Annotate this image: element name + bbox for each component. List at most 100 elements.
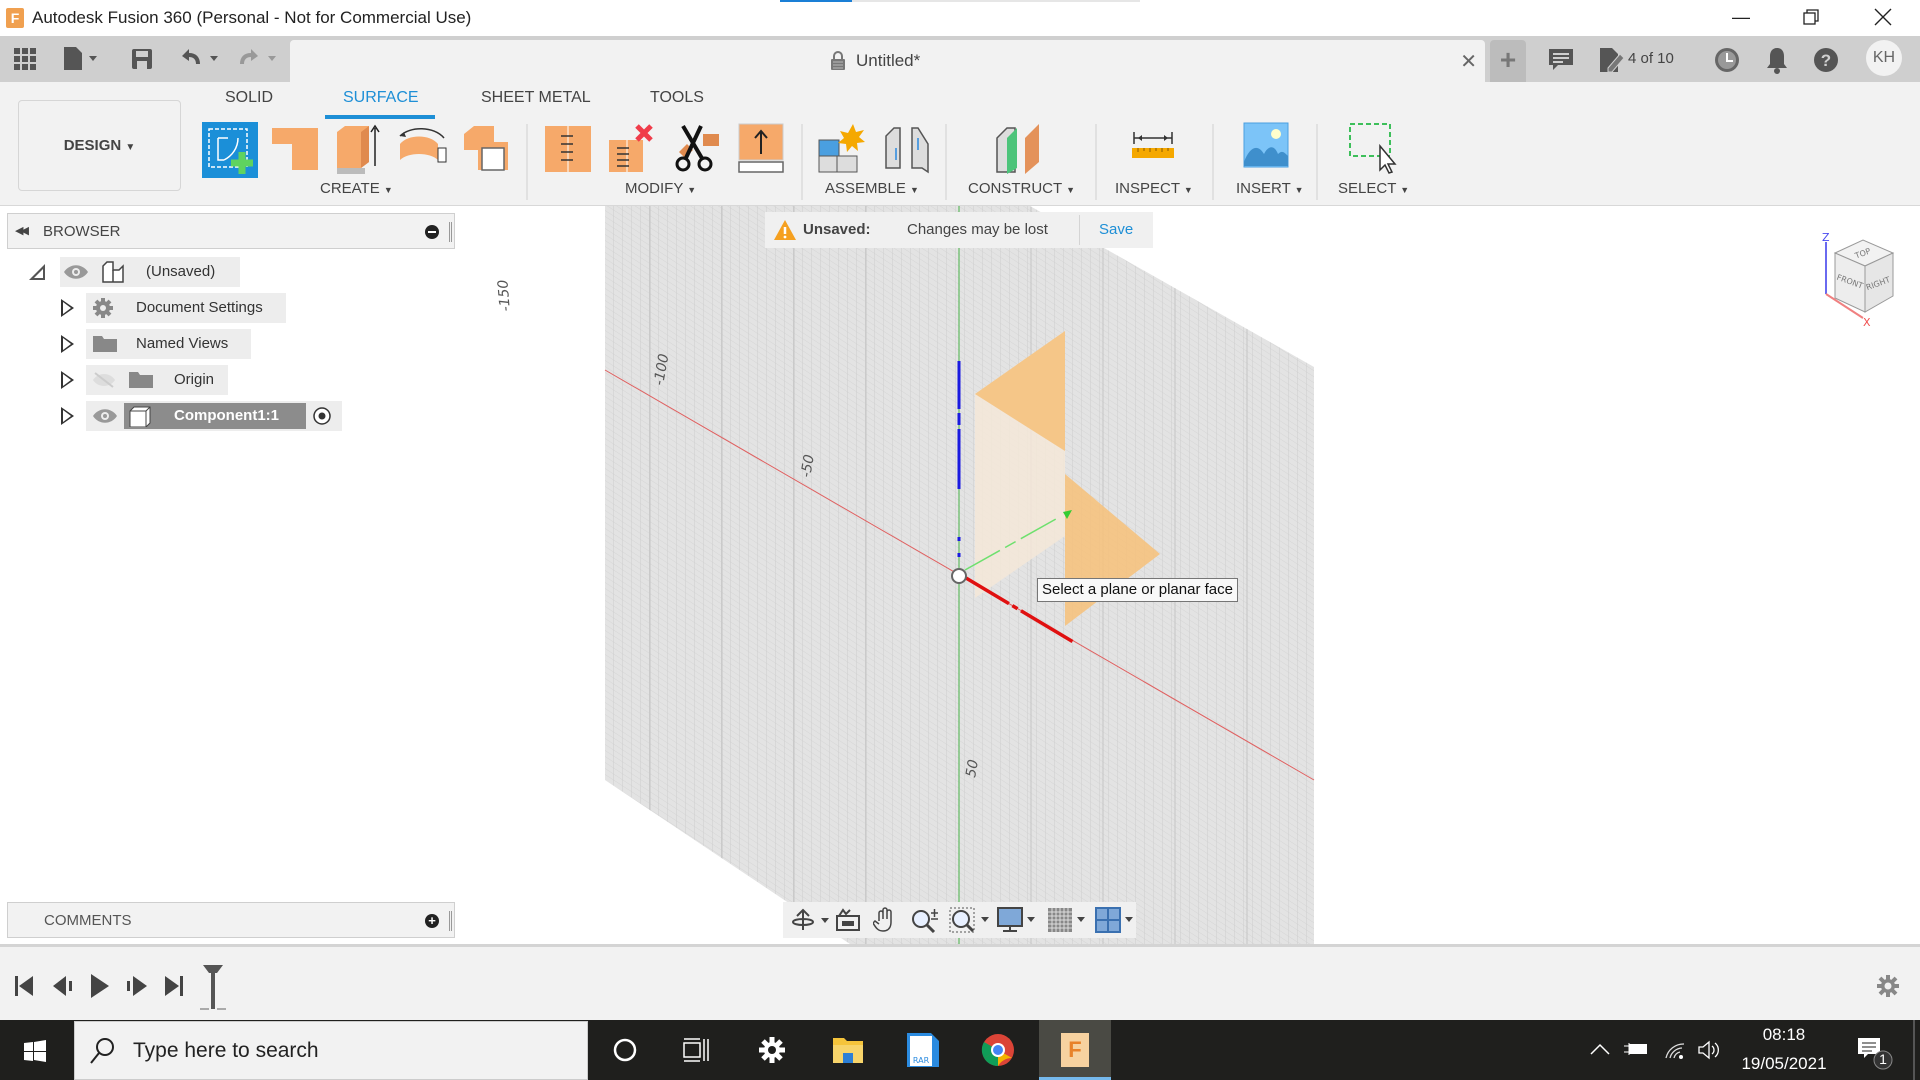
wifi-icon[interactable] <box>1664 1040 1686 1060</box>
tab-surface[interactable]: SURFACE <box>343 89 419 107</box>
viewports-icon[interactable] <box>1095 907 1135 933</box>
comments-icon[interactable] <box>1548 48 1574 72</box>
go-to-start-icon[interactable] <box>14 975 34 997</box>
assemble-group-menu[interactable]: ASSEMBLE ▼ <box>825 180 919 197</box>
tab-sheet-metal[interactable]: SHEET METAL <box>481 89 591 107</box>
taskbar-cortana[interactable] <box>590 1020 660 1080</box>
workspace-switcher[interactable]: DESIGN ▼ <box>18 100 181 191</box>
taskbar-chrome[interactable] <box>963 1020 1033 1080</box>
hidden-eye-icon[interactable] <box>92 372 116 388</box>
restore-button[interactable] <box>1776 0 1846 36</box>
orbit-icon[interactable] <box>791 908 829 932</box>
revolve-button[interactable] <box>396 122 448 174</box>
browser-item-document-settings[interactable]: Document Settings <box>58 293 288 323</box>
browser-item-component1[interactable]: Component1:1 <box>58 401 348 431</box>
taskbar-settings[interactable] <box>738 1020 808 1080</box>
panel-resize-handle[interactable] <box>449 911 452 931</box>
timeline-settings-gear-icon[interactable] <box>1876 974 1900 998</box>
collapse-browser-icon[interactable]: ◀◀ <box>15 224 29 237</box>
panel-resize-handle[interactable] <box>449 222 452 242</box>
look-at-icon[interactable] <box>835 908 861 932</box>
joint-button[interactable] <box>882 122 934 174</box>
split-face-button[interactable] <box>543 122 595 174</box>
display-settings-icon[interactable] <box>997 907 1037 933</box>
new-component-button[interactable] <box>817 122 869 174</box>
versions-button[interactable]: 4 of 10 <box>1598 46 1683 74</box>
insert-image-button[interactable] <box>1243 122 1289 174</box>
action-center-button[interactable]: 1 <box>1856 1036 1896 1070</box>
minimize-panel-icon[interactable] <box>425 225 439 239</box>
document-tab[interactable]: Untitled* ✕ <box>290 40 1485 82</box>
tab-solid[interactable]: SOLID <box>225 89 273 107</box>
expand-arrow-icon[interactable] <box>61 299 74 317</box>
view-cube[interactable]: TOP FRONT RIGHT Z X <box>1805 228 1905 329</box>
battery-charging-icon[interactable] <box>1623 1040 1649 1058</box>
separator <box>801 124 803 200</box>
step-forward-icon[interactable] <box>126 975 148 997</box>
extrude-button[interactable] <box>333 122 385 174</box>
offset-plane-button[interactable] <box>995 122 1047 174</box>
expand-arrow-icon[interactable] <box>61 371 74 389</box>
delete-face-button[interactable] <box>607 122 659 174</box>
create-group-menu[interactable]: CREATE ▼ <box>320 180 393 197</box>
taskbar-winrar[interactable]: RAR <box>888 1020 958 1080</box>
taskbar-search[interactable]: Type here to search <box>74 1021 588 1080</box>
inspect-group-menu[interactable]: INSPECT ▼ <box>1115 180 1193 197</box>
pan-hand-icon[interactable] <box>873 907 897 933</box>
close-tab-icon[interactable]: ✕ <box>1460 49 1477 74</box>
expand-arrow-icon[interactable] <box>61 407 74 425</box>
extrude-surface-button[interactable] <box>270 122 322 174</box>
browser-item-origin[interactable]: Origin <box>58 365 238 395</box>
redo-button[interactable] <box>236 46 278 72</box>
offset-surface-button[interactable] <box>460 122 512 174</box>
show-hidden-icons-chevron-icon[interactable] <box>1589 1042 1611 1056</box>
help-icon[interactable]: ? <box>1813 47 1839 73</box>
taskbar-task-view[interactable] <box>660 1020 730 1080</box>
trim-button[interactable] <box>673 122 725 174</box>
save-button[interactable] <box>130 46 154 72</box>
modify-group-menu[interactable]: MODIFY ▼ <box>625 180 696 197</box>
save-link[interactable]: Save <box>1099 221 1133 238</box>
job-status-icon[interactable] <box>1714 47 1740 73</box>
select-group-menu[interactable]: SELECT ▼ <box>1338 180 1409 197</box>
browser-item-named-views[interactable]: Named Views <box>58 329 258 359</box>
visibility-eye-icon[interactable] <box>92 408 118 424</box>
clock-date[interactable]: 19/05/2021 <box>1732 1054 1836 1074</box>
step-back-icon[interactable] <box>52 975 74 997</box>
start-button[interactable] <box>0 1020 70 1080</box>
activate-component-radio-icon[interactable] <box>312 406 332 426</box>
close-window-button[interactable] <box>1848 0 1918 36</box>
origin-point[interactable] <box>951 568 967 584</box>
measure-button[interactable] <box>1130 122 1176 174</box>
tab-tools[interactable]: TOOLS <box>650 89 704 107</box>
user-avatar[interactable]: KH <box>1866 40 1902 76</box>
timeline-marker-handle[interactable] <box>199 963 235 1013</box>
undo-button[interactable] <box>178 46 220 72</box>
taskbar-file-explorer[interactable] <box>814 1020 884 1080</box>
clock-time[interactable]: 08:18 <box>1740 1025 1828 1045</box>
volume-speaker-icon[interactable] <box>1697 1040 1721 1060</box>
taskbar-fusion360-active[interactable]: F <box>1039 1020 1111 1080</box>
visibility-eye-icon[interactable] <box>63 264 89 280</box>
construct-group-menu[interactable]: CONSTRUCT ▼ <box>968 180 1075 197</box>
minimize-button[interactable]: — <box>1706 0 1776 36</box>
3d-viewport[interactable]: -150 -100 -50 50 TOP FRONT RIGHT Z X <box>460 206 1920 944</box>
app-grid-icon[interactable] <box>12 46 38 72</box>
add-comment-icon[interactable]: + <box>425 914 439 928</box>
zoom-icon[interactable] <box>911 907 939 933</box>
browser-item-root[interactable]: (Unsaved) <box>28 257 278 287</box>
notifications-icon[interactable] <box>1766 46 1788 74</box>
fit-zoom-window-icon[interactable] <box>949 907 989 933</box>
expanded-triangle-icon[interactable] <box>28 263 46 281</box>
press-pull-button[interactable] <box>737 122 789 174</box>
grid-settings-icon[interactable] <box>1047 907 1087 933</box>
insert-group-menu[interactable]: INSERT ▼ <box>1236 180 1304 197</box>
create-sketch-button[interactable] <box>202 122 258 178</box>
show-desktop-button[interactable] <box>1913 1020 1915 1080</box>
go-to-end-icon[interactable] <box>164 975 184 997</box>
window-select-button[interactable] <box>1348 122 1398 174</box>
expand-arrow-icon[interactable] <box>61 335 74 353</box>
file-menu-button[interactable] <box>62 46 102 72</box>
new-tab-button[interactable]: + <box>1490 40 1526 82</box>
play-icon[interactable] <box>90 973 110 999</box>
